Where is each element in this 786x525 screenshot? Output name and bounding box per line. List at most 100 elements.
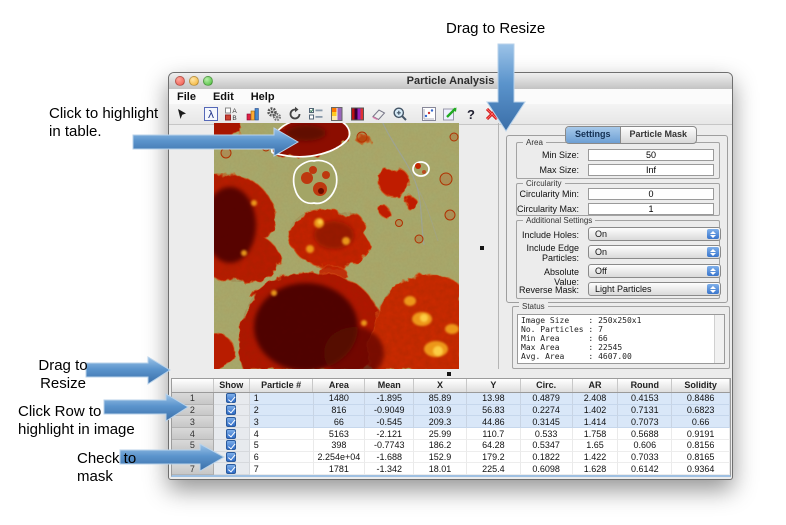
status-scrollbar[interactable] — [714, 315, 724, 363]
cell-x: 209.3 — [414, 416, 467, 429]
min-size-input[interactable]: 50 — [588, 149, 714, 161]
export-icon[interactable] — [441, 105, 459, 123]
cell-round: 0.5688 — [618, 428, 673, 440]
dropdown-include-edge-particles[interactable]: On — [588, 245, 721, 259]
compare-ab-icon[interactable]: AB — [223, 105, 241, 123]
circularity-max-input[interactable]: 1 — [588, 203, 714, 215]
eraser-icon[interactable] — [370, 105, 388, 123]
status-group: Status Image Size : 250x250x1 No. Partic… — [512, 302, 730, 369]
column-header-solidity[interactable]: Solidity — [672, 379, 731, 392]
table-row-4[interactable]: 4 4 5163 -2.121 25.99 110.7 0.533 1.758 0.5688 0.… — [172, 428, 731, 440]
cell-y: 179.2 — [466, 451, 521, 464]
dropdown-label-3: Reverse Mask: — [518, 285, 579, 295]
menu-help[interactable]: Help — [251, 91, 275, 103]
table-row-3[interactable]: 3 3 66 -0.545 209.3 44.86 0.3145 1.414 0.7073 0.6… — [172, 416, 731, 429]
column-header-x[interactable]: X — [414, 379, 467, 392]
show-checkbox[interactable] — [226, 463, 237, 474]
cell-x: 25.99 — [414, 428, 467, 440]
tab-particle-mask[interactable]: Particle Mask — [619, 127, 697, 143]
dropdown-stepper-icon[interactable] — [707, 284, 719, 294]
help-icon[interactable]: ? — [462, 105, 480, 123]
column-header-rownum[interactable] — [172, 379, 214, 392]
splitter-handle-dot[interactable] — [480, 246, 484, 250]
cell-area: 1480 — [313, 393, 366, 405]
column-header-particle-#[interactable]: Particle # — [250, 379, 314, 392]
zoom-icon[interactable] — [391, 105, 409, 123]
cell-y: 13.98 — [466, 393, 521, 405]
delete-icon[interactable] — [483, 105, 501, 123]
show-checkbox[interactable] — [226, 393, 237, 404]
tab-settings[interactable]: Settings — [566, 127, 620, 143]
column-header-circ-[interactable]: Circ. — [521, 379, 573, 392]
dropdown-label-1: Include Edge Particles: — [526, 243, 579, 263]
checklist-icon[interactable] — [307, 105, 325, 123]
dropdown-stepper-icon[interactable] — [707, 266, 719, 276]
column-header-round[interactable]: Round — [618, 379, 673, 392]
lambda-icon[interactable]: λ — [202, 105, 220, 123]
colormap-icon[interactable] — [349, 105, 367, 123]
show-checkbox[interactable] — [226, 405, 237, 416]
table-row-2[interactable]: 2 2 816 -0.9049 103.9 56.83 0.2274 1.402 0.7131 0… — [172, 404, 731, 417]
image-resize-handle-dot[interactable] — [447, 372, 451, 376]
cell-ar: 1.402 — [572, 404, 619, 417]
menu-file[interactable]: File — [177, 91, 196, 103]
cell-mean: -1.895 — [365, 393, 415, 405]
dropdown-label-2: Absolute Value: — [543, 267, 579, 287]
show-checkbox[interactable] — [226, 416, 237, 427]
show-cell — [213, 463, 250, 476]
colorbar-icon[interactable] — [328, 105, 346, 123]
dropdown-include-holes[interactable]: On — [588, 227, 721, 241]
cell-area: 66 — [313, 416, 366, 429]
particle-image-canvas[interactable] — [214, 123, 459, 369]
circularity-min-input[interactable]: 0 — [588, 188, 714, 200]
cell-mean: -0.7743 — [365, 439, 415, 452]
show-checkbox[interactable] — [226, 440, 237, 451]
cell-ar: 1.414 — [572, 416, 619, 429]
column-header-mean[interactable]: Mean — [365, 379, 415, 392]
svg-text:B: B — [232, 115, 236, 122]
refresh-icon[interactable] — [286, 105, 304, 123]
settings-panel: Area Min Size: 50 Max Size: Inf Circular… — [506, 135, 728, 303]
dropdown-reverse-mask[interactable]: Light Particles — [588, 282, 721, 296]
menu-edit[interactable]: Edit — [213, 91, 234, 103]
column-header-ar[interactable]: AR — [573, 379, 619, 392]
cell-solidity: 0.9364 — [672, 463, 731, 476]
table-row-5[interactable]: 5 5 398 -0.7743 186.2 64.28 0.5347 1.65 0.606 0.8… — [172, 439, 731, 452]
show-checkbox[interactable] — [226, 428, 237, 439]
dropdown-absolute-value[interactable]: Off — [588, 264, 721, 278]
cell-y: 225.4 — [466, 463, 521, 476]
cell-mean: -0.545 — [365, 416, 415, 429]
column-header-area[interactable]: Area — [313, 379, 366, 392]
cursor-arrow-icon[interactable] — [173, 105, 191, 123]
min-size-label: Min Size: — [541, 150, 579, 160]
panel-tabs: Settings Particle Mask — [565, 126, 698, 144]
cell-round: 0.7131 — [618, 404, 673, 417]
status-group-label: Status — [519, 302, 548, 311]
plot-icon[interactable] — [420, 105, 438, 123]
right-arrow-drag-resize — [85, 356, 171, 385]
dropdown-stepper-icon[interactable] — [707, 229, 719, 239]
table-header: Show Particle # Area Mean X Y Circ. AR Round Soli… — [172, 379, 731, 393]
status-text: Image Size : 250x250x1 No. Particles : 7… — [521, 316, 642, 361]
dropdown-stepper-icon[interactable] — [707, 247, 719, 257]
max-size-input[interactable]: Inf — [588, 164, 714, 176]
cell-y: 64.28 — [466, 439, 521, 452]
cell-x: 152.9 — [414, 451, 467, 464]
cell-circ-: 0.6098 — [520, 463, 573, 476]
column-header-y[interactable]: Y — [467, 379, 521, 392]
show-checkbox[interactable] — [226, 451, 237, 462]
cell-particle-#: 7 — [249, 463, 314, 476]
table-row-7[interactable]: 7 7 1781 -1.342 18.01 225.4 0.6098 1.628 0.6142 0… — [172, 463, 731, 476]
cell-area: 5163 — [313, 428, 366, 440]
cell-circ-: 0.1822 — [520, 451, 573, 464]
column-header-show[interactable]: Show — [214, 379, 250, 392]
table-row-6[interactable]: 6 6 2.254e+04 -1.688 152.9 179.2 0.1822 1.422 0.… — [172, 451, 731, 464]
table-row-1[interactable]: 1 1 1480 -1.895 85.89 13.98 0.4879 2.408 0.4153 0… — [172, 393, 731, 405]
show-cell — [213, 393, 250, 405]
vertical-splitter[interactable] — [498, 123, 499, 369]
gears-icon[interactable] — [265, 105, 283, 123]
cell-area: 816 — [313, 404, 366, 417]
cell-round: 0.4153 — [618, 393, 673, 405]
title-bar[interactable]: Particle Analysis — [169, 73, 732, 90]
histogram-icon[interactable] — [244, 105, 262, 123]
